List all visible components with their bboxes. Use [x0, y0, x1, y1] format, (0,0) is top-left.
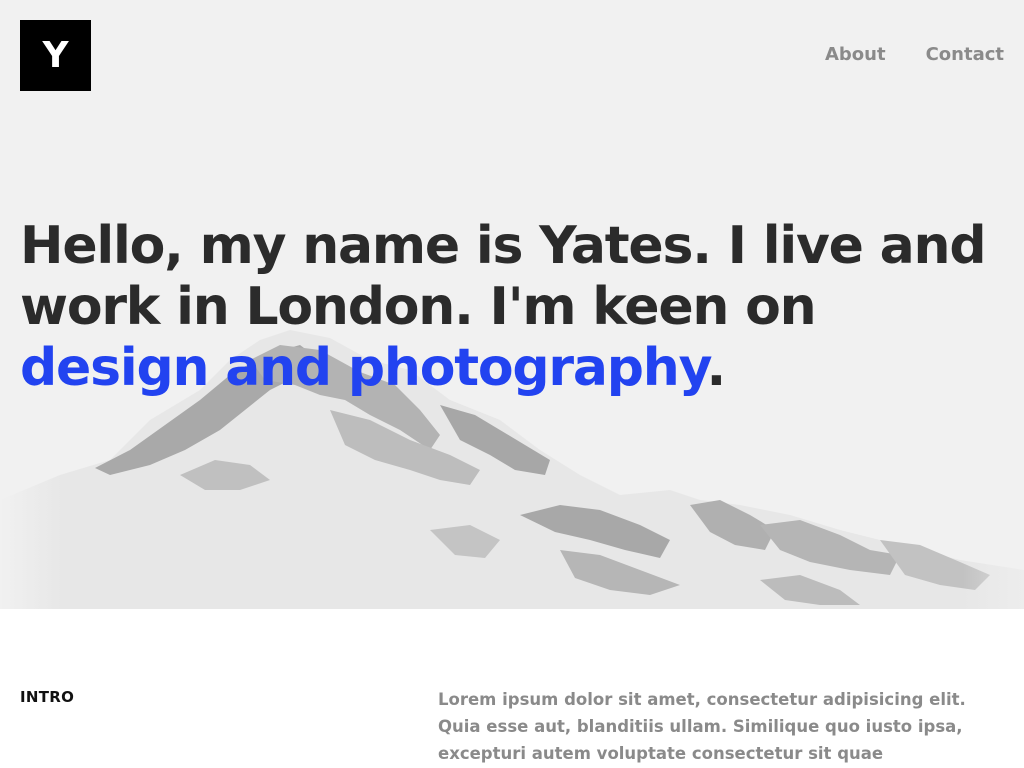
headline-text: Hello, my name is Yates. I live and work… [20, 216, 987, 337]
intro-label: INTRO [20, 688, 75, 706]
main-nav: About Contact [825, 44, 1004, 66]
headline-accent: design and photography [20, 338, 708, 398]
intro-text: Lorem ipsum dolor sit amet, consectetur … [438, 686, 1004, 768]
logo-link[interactable]: Y [20, 20, 91, 91]
nav-link-about[interactable]: About [825, 44, 886, 66]
intro-text-body: Lorem ipsum dolor sit amet, consectetur … [438, 690, 966, 763]
headline-end: . [706, 338, 727, 398]
nav-link-contact[interactable]: Contact [926, 44, 1004, 66]
hero-section: Y About Contact Hello, my name is Yates.… [0, 0, 1024, 609]
intro-section: INTRO Lorem ipsum dolor sit amet, consec… [0, 609, 1024, 768]
hero-headline: Hello, my name is Yates. I live and work… [20, 216, 1010, 399]
